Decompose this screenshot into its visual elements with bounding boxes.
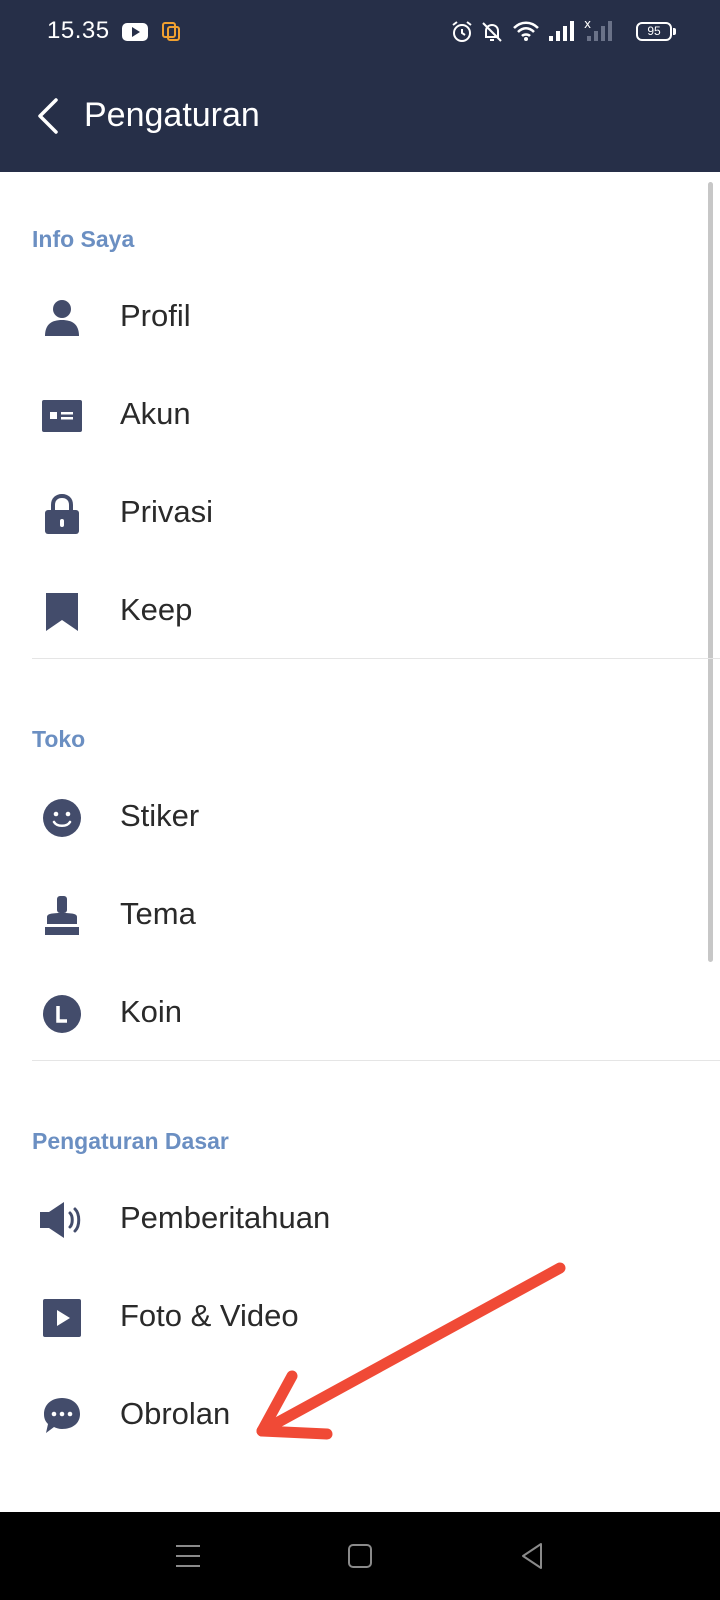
menu-icon xyxy=(176,1545,200,1567)
menu-label: Koin xyxy=(120,994,183,1029)
screen-record-icon xyxy=(160,20,182,47)
section-title-pengaturan-dasar: Pengaturan Dasar xyxy=(32,1128,229,1154)
menu-item-pemberitahuan[interactable]: Pemberitahuan xyxy=(0,1170,705,1266)
menu-label: Pemberitahuan xyxy=(120,1200,331,1235)
scrollbar[interactable] xyxy=(708,182,713,962)
section-divider xyxy=(32,1060,720,1061)
brush-icon xyxy=(40,894,84,938)
menu-item-tema[interactable]: Tema xyxy=(0,866,705,962)
play-icon xyxy=(40,1296,84,1340)
page-title: Pengaturan xyxy=(84,96,260,134)
profile-icon xyxy=(40,296,84,340)
menu-label: Tema xyxy=(120,896,196,931)
menu-label: Stiker xyxy=(120,798,200,833)
menu-item-obrolan[interactable]: Obrolan xyxy=(0,1366,705,1462)
app-header: Pengaturan xyxy=(0,64,720,172)
home-button[interactable] xyxy=(336,1532,384,1580)
status-bar: 15.35 x 95 xyxy=(0,0,720,64)
menu-item-privasi[interactable]: Privasi xyxy=(0,464,705,560)
bookmark-icon xyxy=(40,590,84,634)
menu-label: Akun xyxy=(120,396,191,431)
section-title-info-saya: Info Saya xyxy=(32,226,135,252)
alarm-icon xyxy=(450,20,474,49)
speaker-icon xyxy=(40,1198,84,1242)
menu-item-keep[interactable]: Keep xyxy=(0,562,705,658)
menu-button[interactable] xyxy=(164,1532,212,1580)
wifi-icon xyxy=(512,20,540,47)
mute-icon xyxy=(480,20,504,49)
menu-item-profil[interactable]: Profil xyxy=(0,268,705,364)
back-button[interactable] xyxy=(20,88,76,144)
battery-icon: 95 xyxy=(636,22,676,41)
status-time: 15.35 xyxy=(47,17,110,44)
lock-icon xyxy=(40,492,84,536)
signal-icon xyxy=(548,20,574,47)
smiley-icon xyxy=(40,796,84,840)
section-title-toko: Toko xyxy=(32,726,86,752)
settings-list[interactable]: Info Saya Profil Akun Privasi Keep Toko … xyxy=(0,172,720,1512)
coin-icon xyxy=(40,992,84,1036)
menu-label: Keep xyxy=(120,592,193,627)
menu-label: Profil xyxy=(120,298,191,333)
youtube-icon xyxy=(122,22,148,47)
menu-item-akun[interactable]: Akun xyxy=(0,366,705,462)
menu-item-foto-video[interactable]: Foto & Video xyxy=(0,1268,705,1364)
menu-label: Obrolan xyxy=(120,1396,231,1431)
menu-label: Foto & Video xyxy=(120,1298,299,1333)
back-triangle-icon xyxy=(522,1543,542,1569)
account-card-icon xyxy=(40,394,84,438)
chat-bubble-icon xyxy=(40,1394,84,1438)
chevron-left-icon xyxy=(38,98,58,134)
menu-item-koin[interactable]: Koin xyxy=(0,964,705,1060)
system-nav-bar xyxy=(0,1512,720,1600)
menu-item-stiker[interactable]: Stiker xyxy=(0,768,705,864)
svg-text:x: x xyxy=(584,18,591,31)
menu-label: Privasi xyxy=(120,494,214,529)
home-square-icon xyxy=(348,1544,372,1568)
section-divider xyxy=(32,658,720,659)
back-nav-button[interactable] xyxy=(508,1532,556,1580)
signal-no-service-icon: x xyxy=(584,17,612,47)
